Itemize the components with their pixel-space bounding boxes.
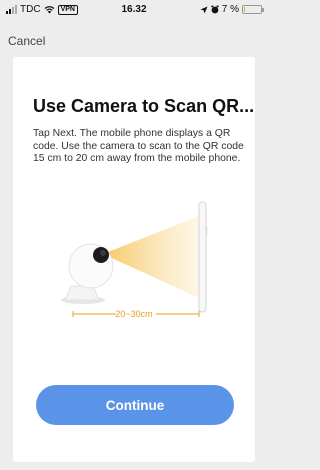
location-arrow-icon [200, 6, 208, 13]
alarm-icon [211, 5, 219, 14]
status-bar: TDC VPN 16.32 7 % [0, 0, 268, 20]
scan-illustration [61, 201, 208, 317]
camera-beam [103, 216, 199, 298]
instruction-text: Tap Next. The mobile phone displays a QR… [33, 128, 244, 165]
cancel-button[interactable]: Cancel [8, 34, 45, 48]
distance-label: 20~30cm [115, 309, 153, 319]
phone-icon [198, 201, 208, 313]
camera-icon [61, 243, 114, 304]
battery-percent: 7 % [221, 4, 239, 15]
status-right: 7 % [200, 4, 264, 15]
instruction-card: Use Camera to Scan QR... Tap Next. The m… [13, 57, 255, 462]
continue-button[interactable]: Continue [36, 385, 234, 425]
battery-icon [242, 5, 264, 14]
battery-fill [244, 7, 245, 12]
page-title: Use Camera to Scan QR... [33, 96, 255, 116]
